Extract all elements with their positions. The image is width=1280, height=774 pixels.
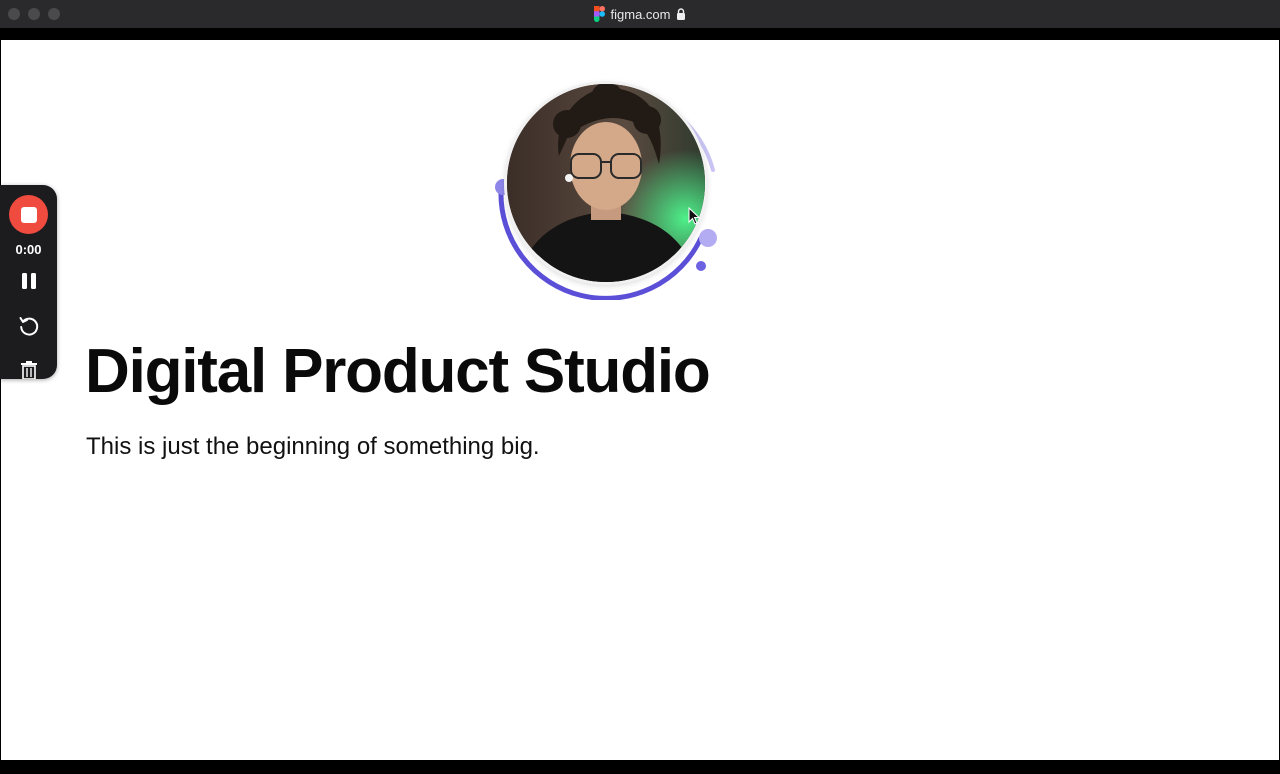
delete-recording-button[interactable] (16, 357, 41, 379)
address-bar[interactable]: figma.com (0, 0, 1280, 28)
lock-icon (677, 8, 686, 20)
recording-panel: 0:00 (0, 185, 57, 379)
mouse-cursor-icon (688, 207, 700, 225)
trash-icon (20, 360, 37, 379)
figma-logo-icon (593, 6, 605, 22)
restart-button[interactable] (16, 313, 41, 338)
avatar-photo (507, 84, 705, 282)
restart-icon (19, 316, 38, 336)
pause-icon (21, 272, 36, 289)
avatar-video[interactable] (491, 70, 721, 300)
url-text: figma.com (610, 6, 671, 22)
window-titlebar: figma.com (0, 0, 1280, 29)
stop-icon (20, 206, 37, 223)
window-bottom-border (0, 760, 1280, 774)
page-subtitle: This is just the beginning of something … (86, 433, 540, 460)
page-title: Digital Product Studio (85, 337, 711, 406)
pause-button[interactable] (16, 268, 41, 293)
stop-recording-button[interactable] (9, 195, 48, 234)
prototype-canvas: Digital Product Studio This is just the … (1, 40, 1279, 760)
toolbar-shadow (0, 28, 1280, 40)
recording-timer: 0:00 (15, 242, 42, 257)
